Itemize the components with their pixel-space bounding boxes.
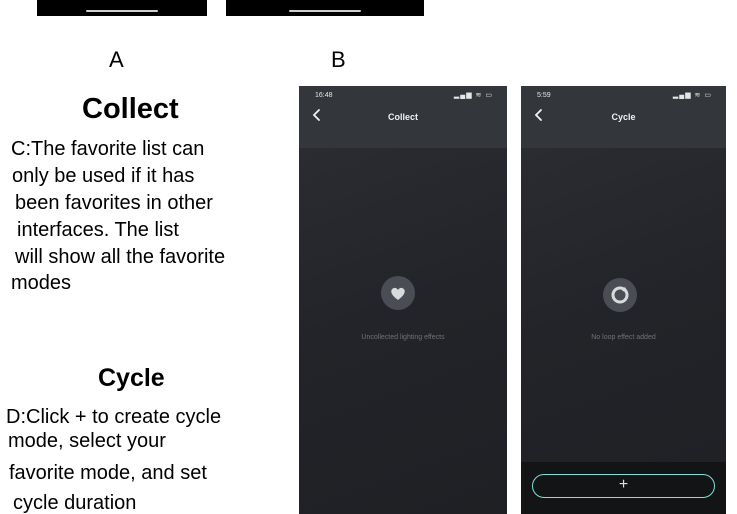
collect-desc-line: will show all the favorite <box>15 246 226 268</box>
nav-bar: 16:48 ▂▄▆ ≋ ▭ Collect <box>299 86 507 148</box>
cycle-desc-line: cycle duration <box>13 492 137 514</box>
empty-state <box>299 148 507 514</box>
cycle-heading: Cycle <box>98 364 165 392</box>
home-indicator <box>86 10 158 12</box>
collect-desc-line: modes <box>11 272 72 294</box>
cycle-desc-line: favorite mode, and set <box>9 462 207 484</box>
empty-text: Uncollected lighting effects <box>361 334 445 341</box>
loop-icon <box>603 278 637 312</box>
cycle-phone-screen: 5:59 ▂▄▆ ≋ ▭ Cycle No loop effect added … <box>521 86 726 514</box>
nav-title: Cycle <box>611 112 636 122</box>
label-b: B <box>331 47 346 72</box>
cycle-desc-line: D:Click + to create cycle <box>6 406 222 428</box>
label-a: A <box>109 47 124 72</box>
collect-desc-line: been favorites in other <box>15 192 213 214</box>
empty-text: No loop effect added <box>591 334 656 341</box>
status-icons: ▂▄▆ ≋ ▭ <box>672 92 712 99</box>
status-time: 16:48 <box>315 92 333 99</box>
home-indicator <box>289 10 361 12</box>
status-time: 5:59 <box>537 92 551 99</box>
collect-desc-line: C:The favorite list can <box>11 138 205 160</box>
top-screenshot-a <box>37 0 207 16</box>
collect-desc-line: interfaces. The list <box>17 219 179 241</box>
collect-desc-line: only be used if it has <box>12 165 195 187</box>
top-screenshot-b <box>226 0 424 16</box>
nav-bar: 5:59 ▂▄▆ ≋ ▭ Cycle <box>521 86 726 148</box>
collect-phone-screen: 16:48 ▂▄▆ ≋ ▭ Collect Uncollected lighti… <box>299 86 507 514</box>
nav-title: Collect <box>387 112 418 122</box>
status-icons: ▂▄▆ ≋ ▭ <box>453 92 493 99</box>
collect-heading: Collect <box>82 93 179 125</box>
bottom-bar: + <box>521 462 726 514</box>
cycle-desc-line: mode, select your <box>8 430 166 452</box>
add-cycle-button[interactable]: + <box>532 474 715 498</box>
empty-state <box>521 148 726 514</box>
heart-icon <box>381 276 415 310</box>
